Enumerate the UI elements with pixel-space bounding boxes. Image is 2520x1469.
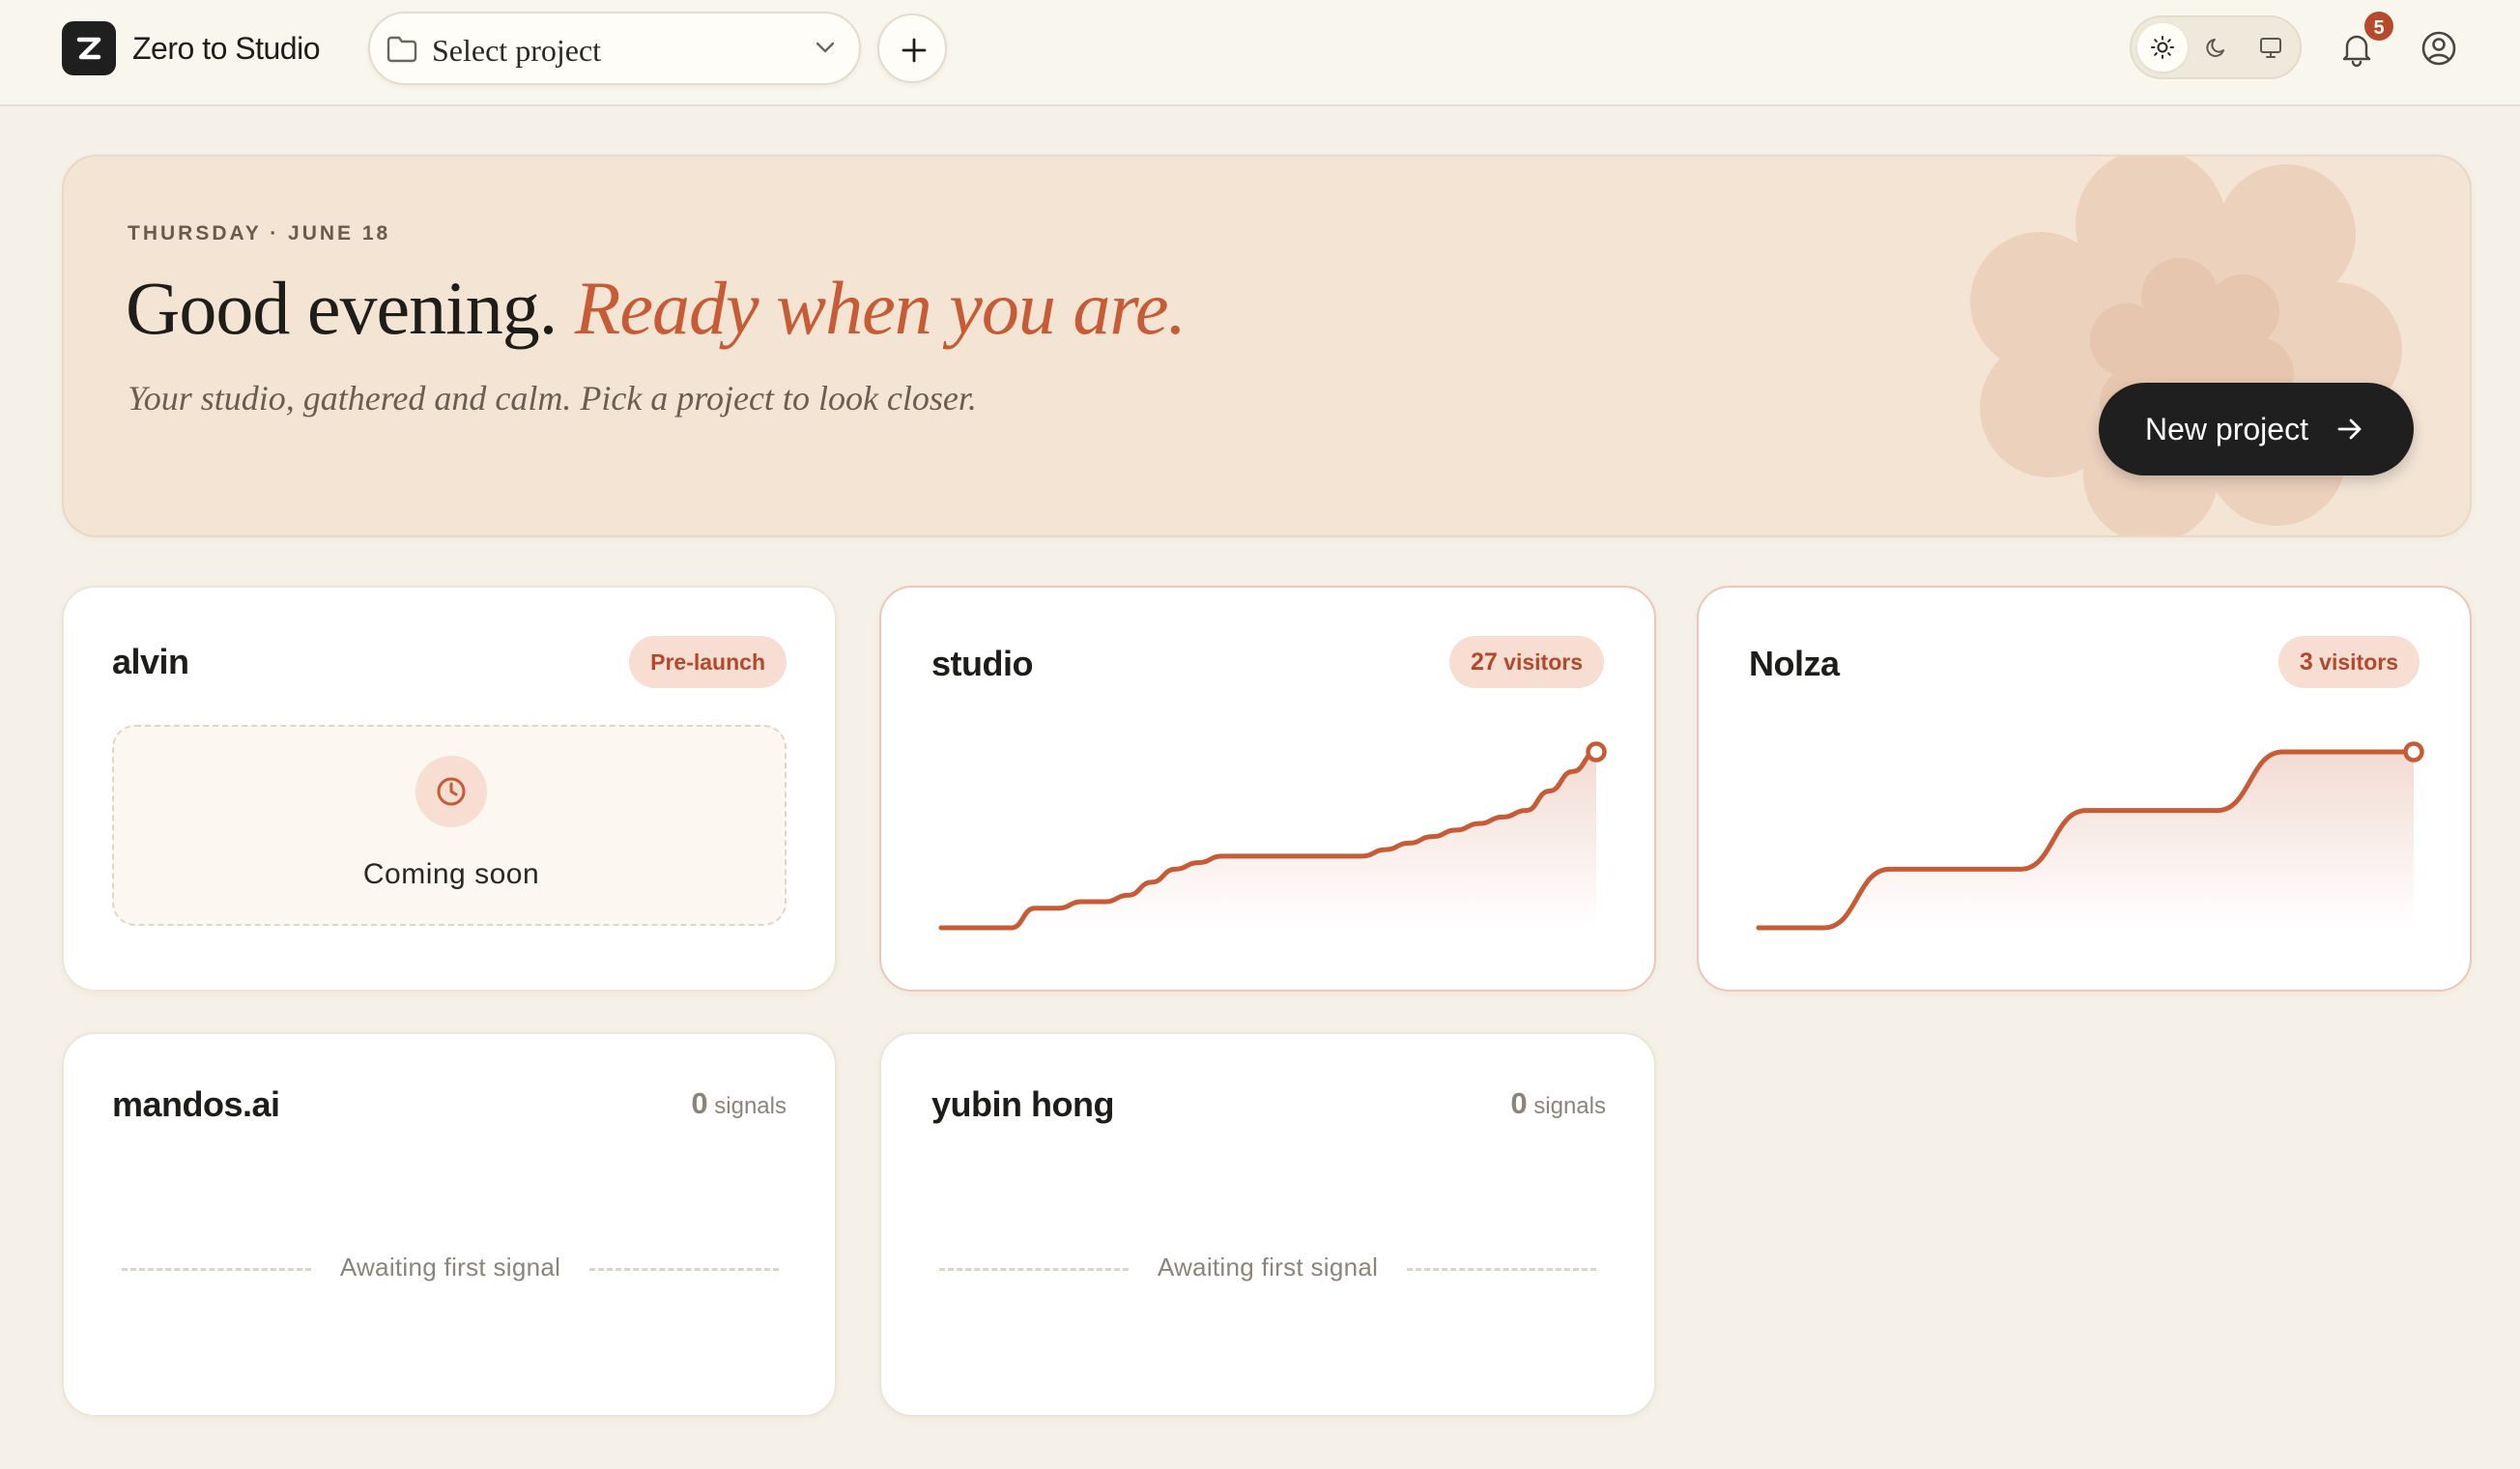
- notification-count-badge: 5: [2362, 10, 2395, 43]
- plus-icon: [902, 38, 927, 63]
- new-project-button[interactable]: New project: [2099, 383, 2414, 475]
- greeting-text: Good evening.: [126, 266, 558, 350]
- theme-system-button[interactable]: [2246, 23, 2296, 72]
- dashed-divider: [589, 1268, 779, 1271]
- visitors-chart: [1756, 741, 2424, 931]
- hero-date: THURSDAY · JUNE 18: [128, 222, 391, 245]
- welcome-hero: THURSDAY · JUNE 18 Good evening. Ready w…: [62, 155, 2472, 537]
- hero-subtitle: Your studio, gathered and calm. Pick a p…: [128, 379, 977, 418]
- chart-latest-point: [1586, 741, 1607, 763]
- theme-light-button[interactable]: [2137, 23, 2188, 72]
- project-card-nolza[interactable]: Nolza 3 visitors: [1697, 586, 2472, 992]
- project-select-label: Select project: [432, 33, 602, 68]
- hero-greeting: Good evening. Ready when you are.: [126, 265, 1187, 352]
- add-project-button[interactable]: [877, 14, 947, 83]
- signals-value: 0: [691, 1086, 708, 1120]
- chart-latest-point: [2403, 741, 2424, 763]
- coming-soon-text: Coming soon: [362, 858, 540, 890]
- sun-icon: [2151, 36, 2174, 59]
- greeting-accent-text: Ready when you are.: [574, 266, 1187, 350]
- signals-count: 0 signals: [1510, 1086, 1606, 1121]
- project-card-mandos-ai[interactable]: mandos.ai 0 signals Awaiting first signa…: [62, 1032, 837, 1417]
- project-name: yubin hong: [931, 1084, 1114, 1124]
- project-name: alvin: [112, 642, 189, 681]
- project-card-yubin-hong[interactable]: yubin hong 0 signals Awaiting first sign…: [879, 1032, 1656, 1417]
- new-project-label: New project: [2145, 412, 2308, 446]
- project-card-alvin[interactable]: alvin Pre-launch Coming soon: [62, 586, 837, 992]
- folder-icon: [387, 36, 417, 63]
- theme-dark-button[interactable]: [2191, 23, 2242, 72]
- awaiting-signal-placeholder: Awaiting first signal: [122, 1249, 779, 1287]
- user-circle-icon: [2421, 31, 2456, 66]
- z-logo-icon: [76, 37, 101, 60]
- coming-soon-placeholder: Coming soon: [112, 725, 787, 926]
- user-menu-button[interactable]: [2416, 25, 2462, 72]
- flower-decoration-icon: [1970, 157, 2402, 535]
- project-name: mandos.ai: [112, 1084, 280, 1124]
- clock-icon: [437, 777, 466, 806]
- app-logo[interactable]: [62, 21, 116, 75]
- chevron-down-icon: [816, 42, 835, 53]
- project-select[interactable]: Select project: [368, 12, 861, 85]
- chart-area-fill: [941, 752, 1596, 928]
- dashed-divider: [1407, 1268, 1596, 1271]
- clock-badge: [415, 756, 487, 827]
- signals-unit: signals: [714, 1093, 787, 1119]
- theme-switcher: [2130, 15, 2302, 79]
- moon-icon: [2206, 39, 2224, 57]
- project-card-studio[interactable]: studio 27 visitors: [879, 586, 1656, 992]
- top-bar: Zero to Studio Select project 5: [0, 0, 2520, 106]
- signals-value: 0: [1510, 1086, 1528, 1120]
- monitor-icon: [2260, 38, 2281, 58]
- signals-count: 0 signals: [691, 1086, 787, 1121]
- status-badge: Pre-launch: [629, 636, 787, 688]
- awaiting-signal-placeholder: Awaiting first signal: [939, 1249, 1596, 1287]
- app-title[interactable]: Zero to Studio: [132, 31, 321, 67]
- arrow-right-icon: [2337, 418, 2362, 440]
- signals-unit: signals: [1533, 1093, 1606, 1119]
- visitors-chart: [938, 741, 1607, 931]
